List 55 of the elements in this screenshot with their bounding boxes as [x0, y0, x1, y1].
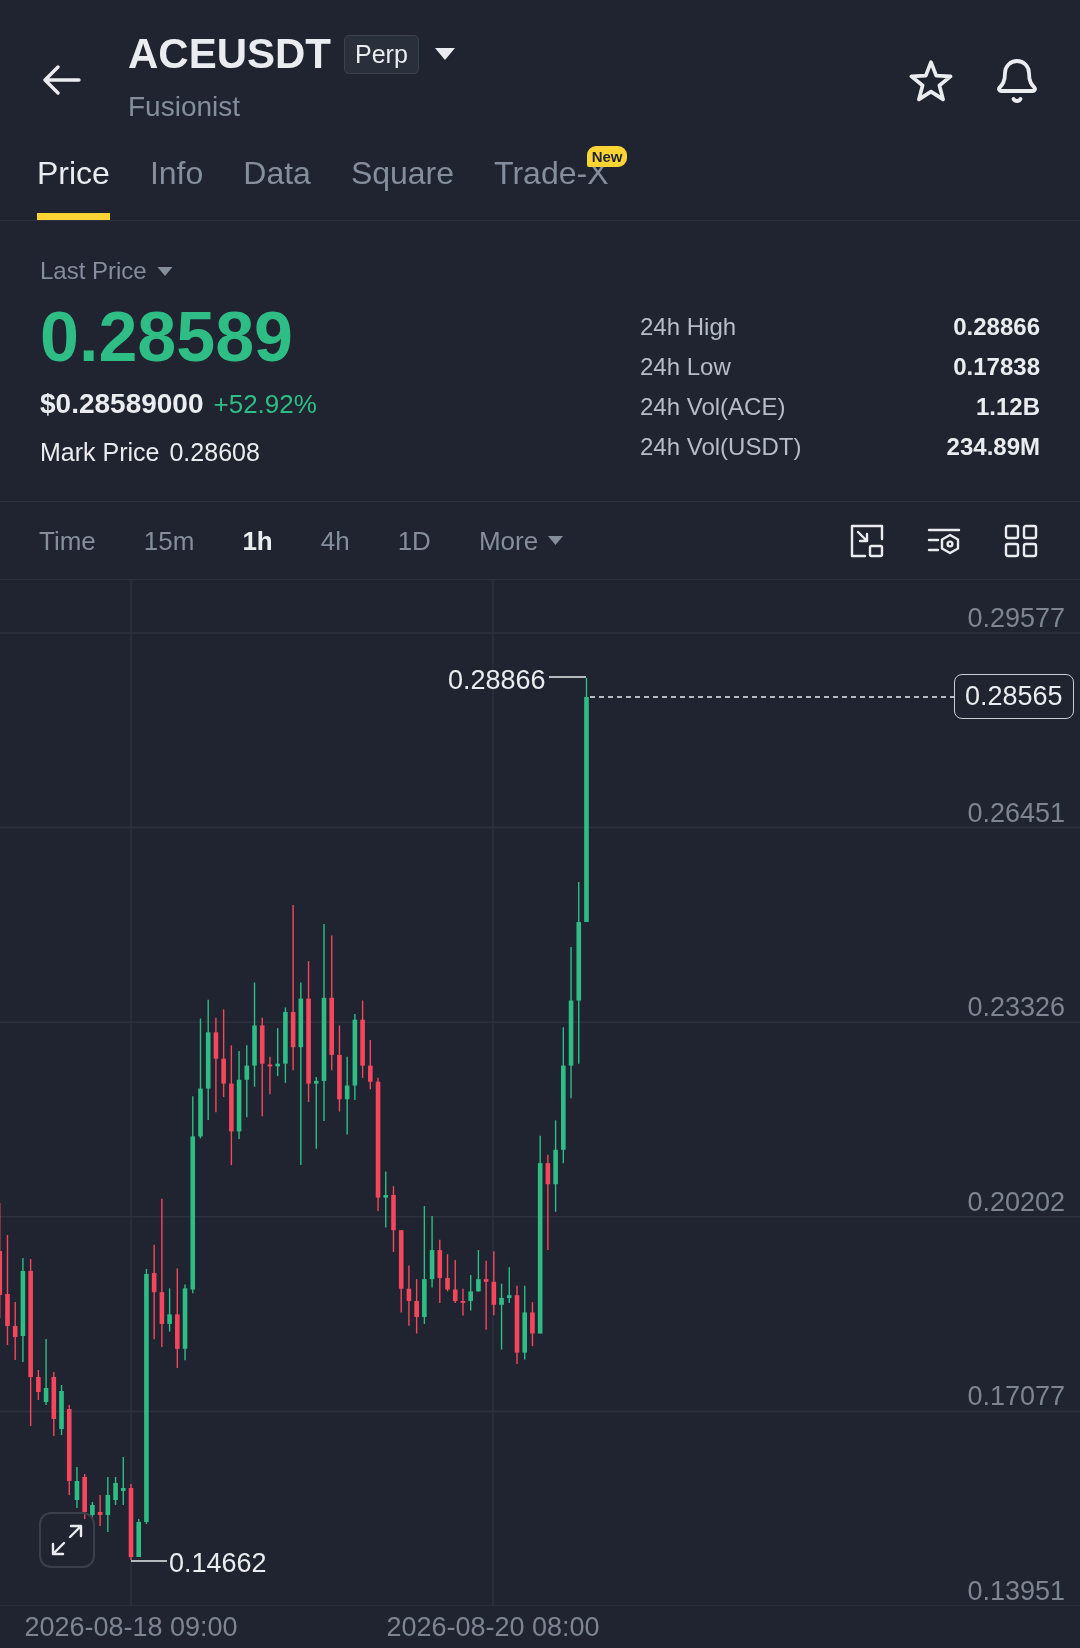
mark-price-label: Mark Price — [40, 437, 160, 468]
interval-tab[interactable]: 1h — [242, 523, 273, 558]
price-type-dropdown[interactable]: Last Price — [40, 255, 173, 287]
expand-button[interactable] — [39, 1512, 95, 1568]
stat-label: 24h Vol(ACE) — [640, 392, 786, 422]
contract-type-badge: Perp — [344, 34, 419, 74]
last-price: 0.28589 — [40, 301, 294, 373]
tab[interactable]: Info — [149, 140, 204, 220]
favorite-button[interactable] — [909, 59, 953, 103]
current-price-tag: 0.28565 — [954, 674, 1074, 719]
caret-down-icon[interactable] — [434, 48, 455, 60]
price-axis-label: 0.26451 — [967, 797, 1065, 828]
caret-down-icon — [156, 266, 173, 276]
stat-label: 24h Low — [640, 352, 731, 382]
stat-label: 24h High — [640, 312, 737, 342]
layout-button[interactable] — [1004, 523, 1038, 558]
more-dropdown[interactable]: More — [478, 523, 564, 558]
symbol-title: ACEUSDT — [128, 29, 331, 79]
leader-line — [130, 1560, 168, 1562]
high-price-label: 0.28866 — [448, 665, 546, 695]
usd-price: $0.28589000 — [40, 387, 204, 421]
stat-value: 234.89M — [946, 432, 1040, 462]
price-axis-label: 0.13951 — [967, 1576, 1065, 1606]
mark-price-value: 0.28608 — [169, 437, 260, 468]
grid-icon — [1004, 523, 1038, 558]
arrow-left-icon — [43, 65, 81, 95]
new-badge: New — [586, 146, 628, 167]
price-axis-label: 0.20202 — [967, 1186, 1065, 1217]
stat-value: 0.28866 — [953, 312, 1040, 342]
star-icon — [909, 60, 953, 102]
low-price-label: 0.14662 — [169, 1548, 267, 1578]
price-axis-label: 0.23326 — [967, 992, 1065, 1023]
interval-tab[interactable]: 4h — [320, 523, 350, 558]
price-change: +52.92% — [213, 388, 317, 421]
tab[interactable]: Square — [350, 140, 455, 220]
bell-icon — [996, 59, 1038, 103]
interval-tab[interactable]: Time — [39, 523, 96, 558]
time-axis-label: 2026-08-20 08:00 — [386, 1612, 600, 1642]
chart-window-button[interactable] — [850, 523, 884, 558]
price-axis-label: 0.17077 — [967, 1381, 1065, 1412]
tab[interactable]: Data — [243, 140, 311, 220]
caret-down-icon — [548, 536, 564, 545]
notification-button[interactable] — [995, 59, 1039, 103]
interval-tab[interactable]: 1D — [397, 523, 431, 558]
time-axis-label: 2026-08-18 09:00 — [24, 1612, 238, 1642]
interval-tab[interactable]: 15m — [143, 523, 195, 558]
stat-value: 1.12B — [975, 392, 1040, 422]
stat-label: 24h Vol(USDT) — [640, 432, 802, 462]
price-axis-label: 0.29577 — [967, 603, 1065, 633]
box-arrow-icon — [850, 523, 884, 558]
leader-line — [548, 676, 587, 678]
stat-value: 0.17838 — [953, 352, 1040, 382]
tab[interactable]: Price — [37, 140, 110, 220]
diagonal-arrows-icon — [51, 1524, 83, 1556]
project-name: Fusionist — [128, 90, 242, 124]
